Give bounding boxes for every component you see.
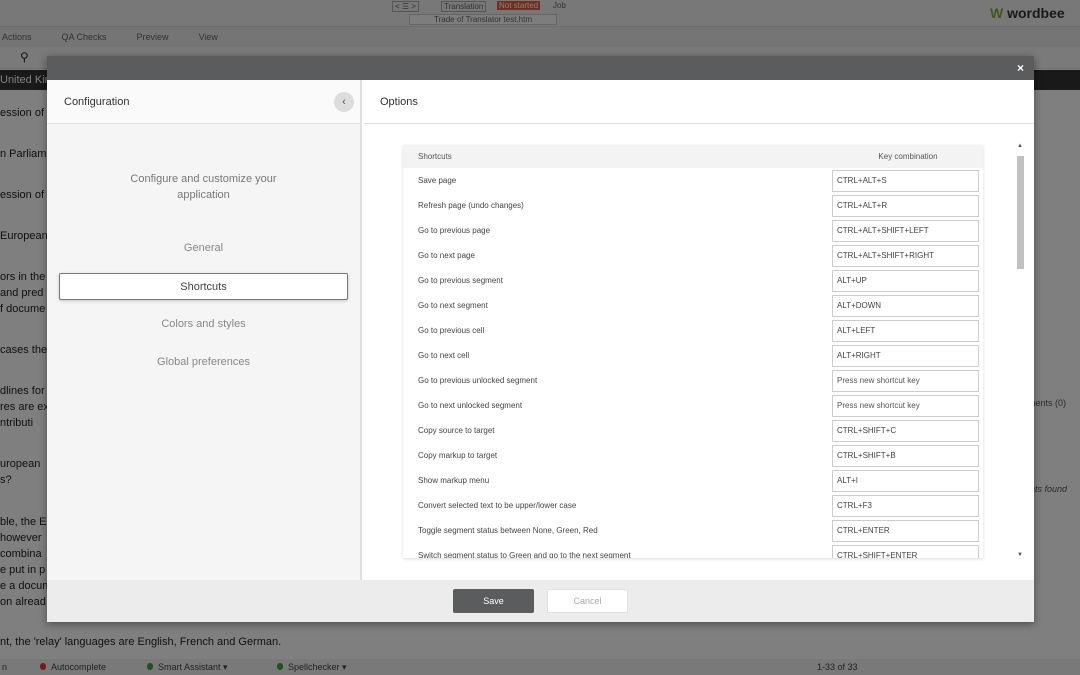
key-combination-input[interactable] [832, 169, 979, 192]
nav-global-preferences[interactable]: Global preferences [59, 349, 348, 376]
table-header: Shortcuts Key combination [403, 145, 983, 168]
table-row: Go to next unlocked segment Press new sho… [403, 393, 983, 418]
shortcut-label: Show markup menu [418, 476, 490, 485]
table-row: Go to previous cell [403, 318, 983, 343]
key-combination-input[interactable] [832, 544, 979, 558]
shortcut-label: Save page [418, 176, 457, 185]
key-combination-input[interactable] [832, 369, 979, 392]
table-row: Go to next page [403, 243, 983, 268]
table-row: Toggle segment status between None, Gree… [403, 518, 983, 543]
header-shortcuts: Shortcuts [418, 152, 452, 161]
scroll-up-icon[interactable]: ▲ [1017, 143, 1023, 149]
key-combination-input[interactable] [832, 519, 979, 542]
table-row: Copy source to target [403, 418, 983, 443]
configuration-intro: Configure and customize your application [130, 173, 277, 201]
shortcuts-table: Shortcuts Key combination Save page Refre… [403, 145, 983, 558]
table-row: Go to previous unlocked segment Press new… [403, 368, 983, 393]
options-title: Options [364, 80, 1034, 124]
key-combination-input[interactable] [832, 319, 979, 342]
scrollbar[interactable]: ▲ ▼ [1015, 143, 1024, 558]
shortcut-label: Switch segment status to Green and go to… [418, 551, 631, 558]
shortcut-label: Go to previous page [418, 226, 491, 235]
shortcut-label: Go to previous unlocked segment [418, 376, 538, 385]
table-row: Go to next cell [403, 343, 983, 368]
key-combination-input[interactable] [832, 494, 979, 517]
nav-general[interactable]: General [59, 235, 348, 262]
shortcut-label: Convert selected text to be upper/lower … [418, 501, 577, 510]
configuration-panel: Configuration ‹ Configure and customize y… [47, 80, 362, 580]
nav-shortcuts[interactable]: Shortcuts [59, 273, 348, 300]
cancel-button[interactable]: Cancel [547, 589, 628, 613]
key-combination-input[interactable] [832, 394, 979, 417]
key-combination-input[interactable] [832, 419, 979, 442]
shortcut-label: Toggle segment status between None, Gree… [418, 526, 598, 535]
key-combination-input[interactable] [832, 444, 979, 467]
table-row: Convert selected text to be upper/lower … [403, 493, 983, 518]
table-row: Show markup menu [403, 468, 983, 493]
table-row: Copy markup to target [403, 443, 983, 468]
scrollbar-thumb[interactable] [1017, 156, 1024, 269]
dialog-header: × [47, 56, 1034, 80]
table-row: Go to next segment [403, 293, 983, 318]
table-row: Refresh page (undo changes) [403, 193, 983, 218]
key-combination-input[interactable] [832, 244, 979, 267]
options-panel: Options Shortcuts Key combination Save p… [364, 80, 1034, 580]
shortcut-label: Go to next unlocked segment [418, 401, 523, 410]
shortcut-label: Copy source to target [418, 426, 495, 435]
header-key-combination: Key combination [878, 152, 938, 161]
chevron-left-icon[interactable]: ‹ [334, 92, 354, 112]
key-combination-input[interactable] [832, 294, 979, 317]
shortcut-label: Go to previous cell [418, 326, 485, 335]
dialog-footer: Save Cancel [47, 580, 1034, 622]
key-combination-input[interactable] [832, 194, 979, 217]
shortcut-label: Go to next cell [418, 351, 470, 360]
configuration-dialog: × Configuration ‹ Configure and customize… [47, 56, 1034, 622]
close-icon[interactable]: × [1017, 61, 1024, 75]
shortcut-label: Go to next page [418, 251, 475, 260]
shortcut-label: Go to next segment [418, 301, 488, 310]
table-row: Go to previous segment [403, 268, 983, 293]
scroll-down-icon[interactable]: ▼ [1017, 552, 1023, 558]
key-combination-input[interactable] [832, 344, 979, 367]
table-row: Switch segment status to Green and go to… [403, 543, 983, 558]
shortcut-label: Refresh page (undo changes) [418, 201, 524, 210]
key-combination-input[interactable] [832, 269, 979, 292]
save-button[interactable]: Save [453, 589, 534, 613]
shortcut-label: Copy markup to target [418, 451, 498, 460]
configuration-title: Configuration [64, 95, 130, 108]
nav-colors-and-styles[interactable]: Colors and styles [59, 311, 348, 338]
table-row: Go to previous page [403, 218, 983, 243]
shortcut-label: Go to previous segment [418, 276, 503, 285]
table-row: Save page [403, 168, 983, 193]
key-combination-input[interactable] [832, 219, 979, 242]
key-combination-input[interactable] [832, 469, 979, 492]
